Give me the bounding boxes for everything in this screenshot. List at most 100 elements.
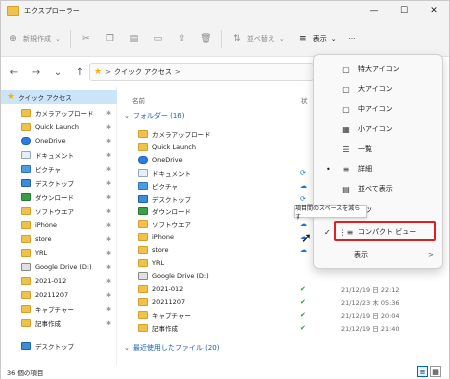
file-row[interactable]: Google Drive (D:) <box>138 270 438 282</box>
sidebar-item[interactable]: OneDrive ✱ <box>1 134 117 148</box>
file-name: Google Drive (D:) <box>152 271 209 280</box>
navigation-pane: ★ クイック アクセス カメラアップロード ✱ Quick Launch ✱ OneDriv… <box>1 87 117 365</box>
menu-item[interactable]: ▢ 大アイコン <box>314 79 444 99</box>
sidebar-item[interactable]: ドキュメント ✱ <box>1 148 117 162</box>
folder-icon <box>21 277 31 285</box>
new-button[interactable]: ⊕ 新規作成 ⌄ <box>1 27 67 51</box>
address-sep: > <box>105 68 111 76</box>
more-button[interactable]: ··· <box>343 27 362 51</box>
sidebar-item[interactable]: ダウンロード ✱ <box>1 190 117 204</box>
trash-icon: 🗑 <box>200 33 212 44</box>
pin-icon: ✱ <box>105 179 111 187</box>
delete-button[interactable]: 🗑 <box>194 27 218 51</box>
sidebar-item[interactable]: Quick Launch ✱ <box>1 120 117 134</box>
recent-button[interactable]: ⌄ <box>49 63 67 81</box>
file-date: 21/12/19 日 21:40 <box>341 324 400 333</box>
menu-item-label: 中アイコン <box>358 105 393 113</box>
details-view-button[interactable]: ≡ <box>417 366 428 377</box>
cut-button[interactable]: ✂ <box>74 27 98 51</box>
chevron-down-icon: ⌄ <box>330 34 337 43</box>
file-date: 21/12/19 日 22:12 <box>341 285 400 294</box>
menu-item[interactable]: 表示 > <box>314 245 444 265</box>
folder-icon <box>138 220 148 229</box>
folder-icon <box>21 123 31 131</box>
sidebar-item[interactable]: Google Drive (D:) ✱ <box>1 260 117 274</box>
share-button[interactable]: ⇪ <box>170 27 194 51</box>
sidebar-item[interactable]: YRL ✱ <box>1 246 117 260</box>
submenu-arrow-icon: > <box>428 251 434 259</box>
pictures-icon <box>138 181 148 190</box>
column-header-name[interactable]: 名前 <box>132 95 145 105</box>
view-button[interactable]: ≡ 表示 ⌄ <box>291 27 343 51</box>
pin-icon: ✱ <box>105 319 111 327</box>
sidebar-item[interactable]: ピクチャ ✱ <box>1 162 117 176</box>
file-name: デスクトップ <box>152 195 191 204</box>
copy-button[interactable]: ❐ <box>98 27 122 51</box>
close-button[interactable]: ✕ <box>419 1 449 21</box>
sidebar-item[interactable]: キャプチャー ✱ <box>1 302 117 316</box>
menu-item[interactable]: ▦ 小アイコン <box>314 119 444 139</box>
sidebar-item-label: Google Drive (D:) <box>35 263 92 271</box>
column-header-status[interactable]: 状 <box>301 95 308 105</box>
sidebar-item[interactable]: iPhone ✱ <box>1 218 117 232</box>
tooltip: 項目間のスペースを減らす <box>294 205 367 221</box>
sidebar-item[interactable]: 20211207 ✱ <box>1 288 117 302</box>
item-count: 36 個の項目 <box>7 369 44 377</box>
command-bar: ⊕ 新規作成 ⌄ ✂ ❐ ▤ ▭ ⇪ 🗑 ⇅ 並べ替え ⌄ ≡ 表示 ⌄ ··· <box>1 21 449 57</box>
group-header-folders[interactable]: ⌄ フォルダー (16) <box>124 111 184 121</box>
menu-item[interactable]: ▢ 中アイコン <box>314 99 444 119</box>
square-icon: ▢ <box>342 104 350 114</box>
back-button[interactable]: ← <box>5 63 23 81</box>
desktop-icon <box>138 194 148 203</box>
folder-icon <box>21 109 31 117</box>
file-name: iPhone <box>152 233 174 242</box>
folder-icon <box>21 207 31 215</box>
rename-button[interactable]: ▭ <box>146 27 170 51</box>
pin-icon: ✱ <box>105 165 111 173</box>
menu-item[interactable]: • ≡ 詳細 <box>314 159 444 179</box>
menu-item[interactable]: ▤ 並べて表示 <box>314 179 444 199</box>
sidebar-item[interactable]: ★ クイック アクセス <box>1 90 117 104</box>
sidebar-item[interactable]: ソフトウエア ✱ <box>1 204 117 218</box>
sidebar-item[interactable]: 記事作成 ✱ <box>1 316 117 330</box>
pin-icon: ✱ <box>105 291 111 299</box>
forward-button[interactable]: → <box>27 63 45 81</box>
minimize-button[interactable]: — <box>359 1 389 21</box>
paste-button[interactable]: ▤ <box>122 27 146 51</box>
maximize-button[interactable]: ☐ <box>389 1 419 21</box>
tiles-icon: ▦ <box>432 367 439 376</box>
address-bar[interactable]: ★ > クイック アクセス > <box>89 63 314 81</box>
sidebar-item[interactable]: デスクトップ ✱ <box>1 176 117 190</box>
ok-status-icon: ✔ <box>300 323 306 332</box>
sidebar-item[interactable]: カメラアップロード ✱ <box>1 106 117 120</box>
file-date: 21/12/23 木 05:36 <box>341 298 400 307</box>
details-icon: ≡ <box>419 367 426 376</box>
group-header-recent[interactable]: ⌄ 最近使用したファイル (20) <box>124 343 219 353</box>
tiles-view-button[interactable]: ▦ <box>430 366 441 377</box>
sync-status-icon: ⟳ <box>300 168 306 177</box>
sidebar-item-label: 記事作成 <box>35 320 61 328</box>
folder-icon <box>138 259 148 267</box>
file-row[interactable]: キャプチャー ✔ 21/12/19 日 20:04 <box>138 309 438 321</box>
up-button[interactable]: ↑ <box>71 63 89 81</box>
forward-arrow-icon: → <box>31 66 41 78</box>
sort-button[interactable]: ⇅ 並べ替え ⌄ <box>225 27 291 51</box>
file-row[interactable]: 20211207 ✔ 21/12/23 木 05:36 <box>138 296 438 308</box>
menu-item-label: 並べて表示 <box>358 185 393 193</box>
menu-item-label: 小アイコン <box>358 125 393 133</box>
menu-item[interactable]: ☰ 一覧 <box>314 139 444 159</box>
window-title: エクスプローラー <box>24 7 80 15</box>
sidebar-item-label: クイック アクセス <box>18 94 72 102</box>
folder-icon <box>138 130 148 138</box>
sidebar-item[interactable]: store ✱ <box>1 232 117 246</box>
sidebar-item[interactable]: デスクトップ <box>1 339 117 353</box>
share-icon: ⇪ <box>178 33 186 44</box>
file-row[interactable]: 2021-012 ✔ 21/12/19 日 22:12 <box>138 283 438 295</box>
file-row[interactable]: 記事作成 ✔ 21/12/19 日 21:40 <box>138 322 438 334</box>
pin-icon: ✱ <box>105 235 111 243</box>
mouse-cursor-icon: ➚ <box>301 231 312 246</box>
menu-item[interactable]: ▢ 特大アイコン <box>314 59 444 79</box>
sidebar-item[interactable]: 2021-012 ✱ <box>1 274 117 288</box>
pin-icon: ✱ <box>105 263 111 271</box>
star-icon: ★ <box>94 67 103 77</box>
